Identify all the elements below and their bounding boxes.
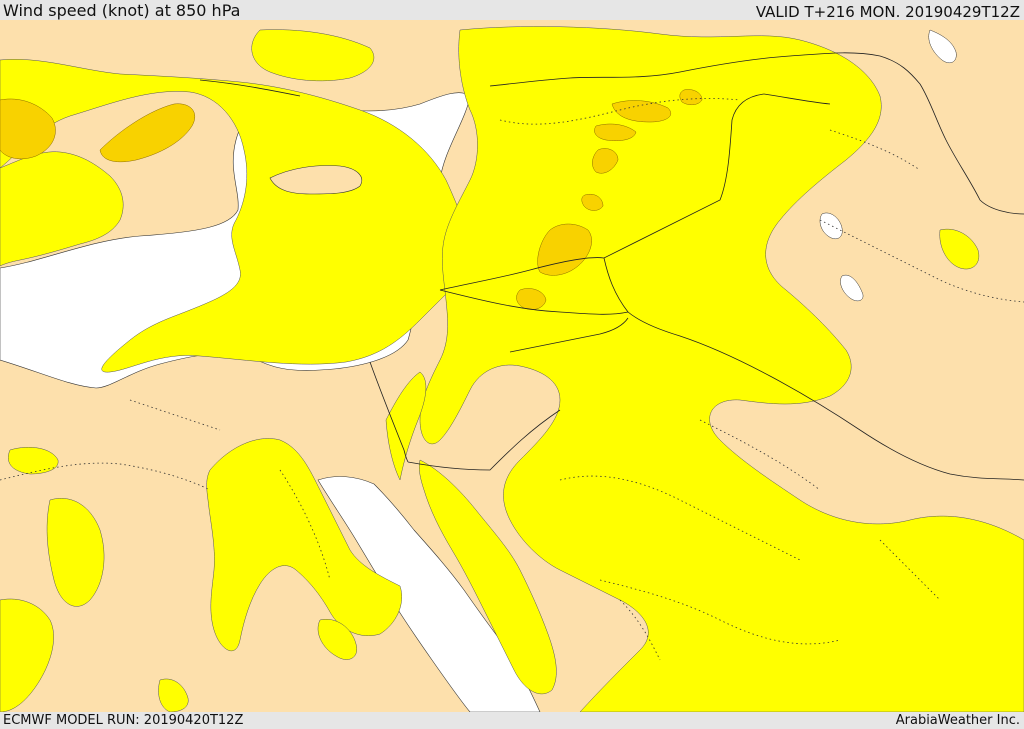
credit-label: ArabiaWeather Inc. (895, 713, 1020, 728)
lake-van (819, 212, 843, 239)
valid-time: VALID T+216 MON. 20190429T12Z (755, 3, 1020, 21)
footer-bar: ECMWF MODEL RUN: 20190420T12Z ArabiaWeat… (0, 712, 1024, 729)
wind-speed-map[interactable] (0, 20, 1024, 712)
caspian-lake (928, 29, 957, 63)
map-title: Wind speed (knot) at 850 hPa (3, 1, 241, 20)
header-bar: Wind speed (knot) at 850 hPa VALID T+216… (0, 0, 1024, 20)
model-run-label: ECMWF MODEL RUN: 20190420T12Z (3, 713, 244, 728)
lake-urmia (840, 274, 864, 302)
map-canvas (0, 26, 1024, 712)
